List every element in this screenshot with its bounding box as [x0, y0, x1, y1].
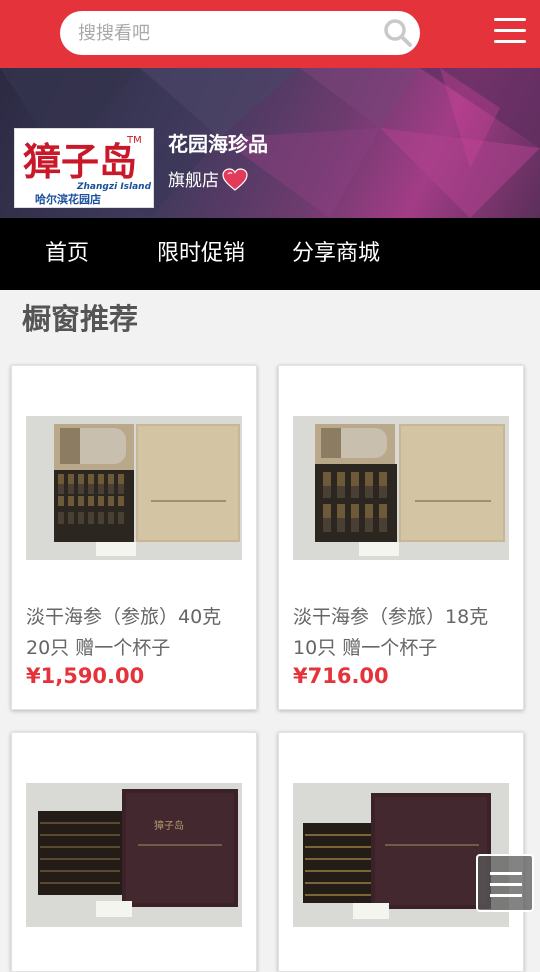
section-title: 橱窗推荐: [22, 302, 139, 336]
logo-text: 獐子岛: [23, 139, 137, 184]
hamburger-menu-icon[interactable]: [494, 18, 526, 48]
store-logo[interactable]: 獐子岛 TM Zhangzi Island 哈尔滨花园店: [14, 128, 154, 208]
product-card[interactable]: 獐子岛: [11, 732, 257, 972]
product-card[interactable]: [278, 732, 524, 972]
nav-item-promotions[interactable]: 限时促销: [157, 218, 245, 290]
search-icon[interactable]: [382, 17, 414, 49]
logo-sub-cn: 哈尔滨花园店: [35, 192, 101, 206]
product-price: ¥716.00: [293, 664, 389, 688]
product-card[interactable]: 淡干海参（参旅）18克 10只 赠一个杯子 ¥716.00: [278, 365, 524, 710]
product-card[interactable]: 淡干海参（参旅）40克 20只 赠一个杯子 ¥1,590.00: [11, 365, 257, 710]
product-title-line2: 10只 赠一个杯子: [293, 637, 438, 659]
search-box[interactable]: [60, 11, 420, 55]
product-title-line2: 20只 赠一个杯子: [26, 637, 171, 659]
product-title-line1: 淡干海参（参旅）40克: [26, 606, 222, 628]
main-nav: 首页 限时促销 分享商城: [0, 218, 540, 290]
product-price: ¥1,590.00: [26, 664, 145, 688]
svg-text:獐子岛: 獐子岛: [154, 819, 184, 832]
product-image[interactable]: [26, 416, 242, 560]
product-image[interactable]: [293, 416, 509, 560]
store-name: 花园海珍品: [168, 132, 268, 156]
product-title-line1: 淡干海参（参旅）18克: [293, 606, 489, 628]
search-input[interactable]: [76, 11, 366, 55]
store-type-badge: 旗舰店: [168, 171, 219, 191]
floating-menu-button[interactable]: [476, 854, 534, 912]
product-image[interactable]: 獐子岛: [26, 783, 242, 927]
product-title[interactable]: 淡干海参（参旅）40克 20只 赠一个杯子: [26, 602, 248, 664]
heart-icon: [222, 168, 248, 191]
product-title[interactable]: 淡干海参（参旅）18克 10只 赠一个杯子: [293, 602, 515, 664]
logo-tm: TM: [126, 135, 142, 146]
logo-sub-en: Zhangzi Island: [76, 182, 152, 192]
top-bar: [0, 0, 540, 68]
store-banner: 獐子岛 TM Zhangzi Island 哈尔滨花园店 花园海珍品 旗舰店: [0, 68, 540, 218]
nav-item-share-mall[interactable]: 分享商城: [292, 218, 380, 290]
nav-item-home[interactable]: 首页: [45, 218, 89, 290]
